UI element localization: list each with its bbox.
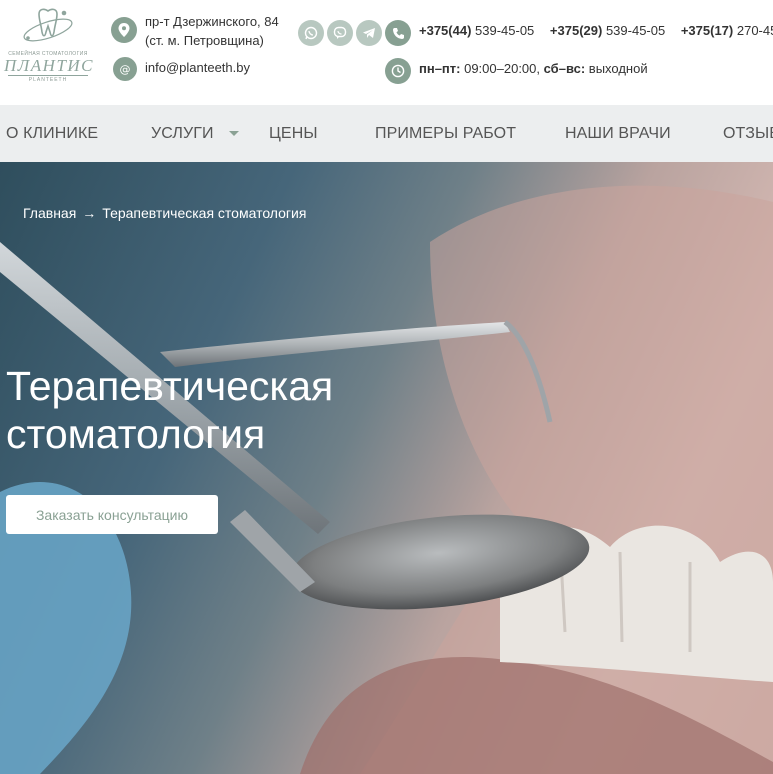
weekdays-label: пн–пт: [419, 61, 461, 76]
weekdays-value: 09:00–20:00, [460, 61, 544, 76]
breadcrumb-home-link[interactable]: Главная [23, 205, 76, 221]
nav-item-reviews[interactable]: ОТЗЫВЫ [723, 125, 773, 143]
page-title-line1: Терапевтическая [6, 363, 334, 409]
hero-banner: Главная → Терапевтическая стоматология Тер… [0, 162, 773, 774]
viber-icon[interactable] [327, 20, 353, 46]
email-link[interactable]: info@planteeth.by [145, 60, 250, 75]
dental-photo-image [0, 185, 773, 774]
logo-name: ПЛАНТИС [4, 56, 95, 75]
order-consultation-button[interactable]: Заказать консультацию [6, 495, 218, 534]
phone-number-2[interactable]: +375(29) 539-45-05 [550, 23, 671, 38]
weekend-value: выходной [585, 61, 648, 76]
logo-divider [8, 75, 88, 76]
site-header: СЕМЕЙНАЯ СТОМАТОЛОГИЯ ПЛАНТИС PLANTEETH … [0, 0, 773, 105]
logo-subname: PLANTEETH [28, 77, 68, 83]
main-nav: О КЛИНИКЕ УСЛУГИ ЦЕНЫ ПРИМЕРЫ РАБОТ НАШИ… [0, 105, 773, 162]
weekend-label: сб–вс: [543, 61, 586, 76]
nav-item-services[interactable]: УСЛУГИ [151, 125, 214, 143]
breadcrumb-separator: → [82, 205, 97, 221]
logo[interactable]: СЕМЕЙНАЯ СТОМАТОЛОГИЯ ПЛАНТИС PLANTEETH [4, 4, 95, 88]
page-title: Терапевтическая стоматология [6, 362, 333, 458]
nav-item-about[interactable]: О КЛИНИКЕ [6, 125, 98, 143]
chevron-down-icon[interactable] [229, 131, 239, 136]
email-at-icon: @ [113, 57, 137, 81]
tooth-logo-icon [23, 8, 73, 42]
working-hours: пн–пт: 09:00–20:00, сб–вс: выходной [419, 61, 648, 76]
phone-number-1[interactable]: +375(44) 539-45-05 [419, 23, 540, 38]
address-line2: (ст. м. Петровщина) [145, 33, 264, 48]
phone-number-3[interactable]: +375(17) 270-45-05 [681, 23, 773, 38]
address: пр-т Дзержинского, 84 (ст. м. Петровщина… [145, 12, 279, 50]
phone-icon[interactable] [385, 20, 411, 46]
whatsapp-icon[interactable] [298, 20, 324, 46]
breadcrumb-current: Терапевтическая стоматология [102, 205, 307, 221]
page-title-line2: стоматология [6, 411, 266, 457]
telegram-icon[interactable] [356, 20, 382, 46]
breadcrumb: Главная → Терапевтическая стоматология [23, 205, 306, 221]
nav-item-prices[interactable]: ЦЕНЫ [269, 125, 318, 143]
address-line1: пр-т Дзержинского, 84 [145, 14, 279, 29]
clock-icon [385, 58, 411, 84]
location-pin-icon [111, 17, 137, 43]
nav-item-works[interactable]: ПРИМЕРЫ РАБОТ [375, 125, 516, 143]
nav-item-doctors[interactable]: НАШИ ВРАЧИ [565, 125, 671, 143]
phone-list: +375(44) 539-45-05 +375(29) 539-45-05 +3… [419, 23, 773, 38]
